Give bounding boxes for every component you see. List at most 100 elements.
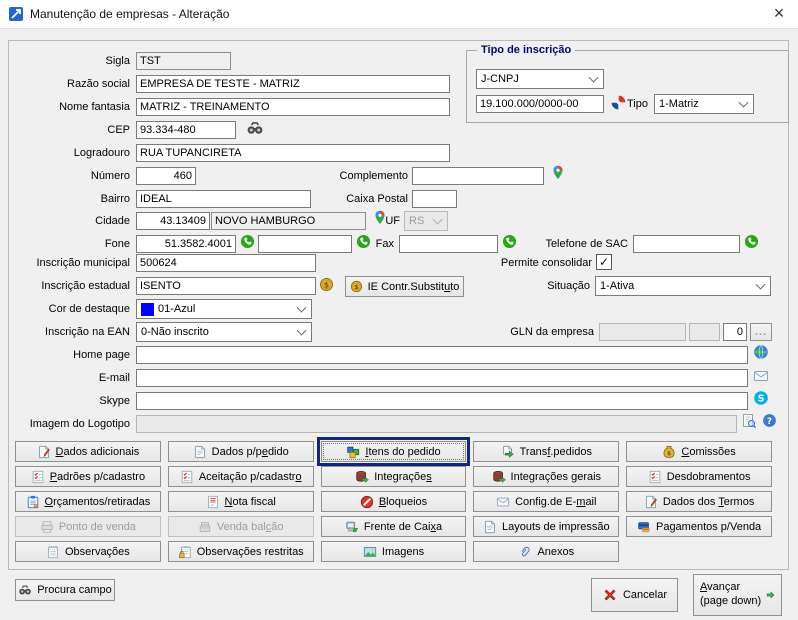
fax-label: Fax — [330, 238, 394, 250]
dados-termos-button[interactable]: Dados dos Termos — [626, 491, 772, 512]
fax-input[interactable] — [399, 235, 498, 253]
inscricao-estadual-input[interactable] — [136, 277, 316, 295]
envelope-icon[interactable] — [753, 368, 769, 384]
padroes-cadastro-button[interactable]: Padrões p/cadastro — [15, 466, 161, 487]
ie-contr-substituto-button[interactable]: IE Contr.Substituto — [345, 276, 464, 297]
observacoes-button[interactable]: Observações — [15, 541, 161, 562]
uf-label: UF — [360, 215, 400, 227]
fone-label: Fone — [0, 238, 130, 250]
avancar-button[interactable]: Avançar (page down) — [693, 574, 782, 616]
nota-fiscal-button[interactable]: Nota fiscal — [168, 491, 314, 512]
sigla-input[interactable] — [136, 52, 231, 70]
skype-input[interactable] — [136, 392, 748, 410]
bloqueios-button[interactable]: Bloqueios — [321, 491, 467, 512]
logradouro-input[interactable] — [136, 144, 450, 162]
tipo-inscricao-title: Tipo de inscrição — [477, 44, 575, 56]
email-input[interactable] — [136, 369, 748, 387]
paperclip-icon — [518, 545, 532, 559]
window-title: Manutenção de empresas - Alteração — [30, 7, 229, 21]
inscricao-ean-select[interactable]: 0-Não inscrito — [136, 322, 312, 342]
permite-consolidar-checkbox[interactable]: ✓ — [596, 254, 612, 270]
integracoes-button[interactable]: Integrações — [321, 466, 467, 487]
cep-input[interactable] — [136, 121, 236, 139]
notepad-icon — [46, 545, 60, 559]
grid-empty-cell — [626, 541, 772, 562]
gln-more-button[interactable]: ... — [750, 323, 772, 341]
page-pencil-icon — [37, 445, 51, 459]
aceitacao-cadastro-button[interactable]: Aceitação p/cadastro — [168, 466, 314, 487]
tipo-label: Tipo — [610, 98, 648, 110]
cubes-icon — [346, 445, 360, 459]
tipo-matriz-select[interactable]: 1-Matriz — [654, 94, 754, 114]
file-search-icon[interactable] — [741, 413, 757, 429]
numero-input[interactable] — [136, 167, 196, 185]
complemento-input[interactable] — [412, 167, 544, 185]
home-page-label: Home page — [0, 349, 130, 361]
skype-icon[interactable] — [753, 390, 769, 406]
situacao-label: Situação — [460, 280, 590, 292]
globe-icon[interactable] — [753, 344, 769, 360]
bairro-input[interactable] — [136, 190, 311, 208]
inscricao-municipal-input[interactable] — [136, 254, 316, 272]
fone-input[interactable] — [136, 235, 236, 253]
nome-fantasia-label: Nome fantasia — [0, 101, 130, 113]
imagens-button[interactable]: Imagens — [321, 541, 467, 562]
integracoes-gerais-button[interactable]: Integrações gerais — [473, 466, 619, 487]
cnpj-input[interactable] — [476, 95, 604, 113]
anexos-button[interactable]: Anexos — [473, 541, 619, 562]
page-arrow-icon — [501, 445, 515, 459]
coin-icon — [350, 280, 363, 293]
app-icon — [8, 6, 24, 22]
cep-search-binoculars-icon[interactable] — [246, 119, 264, 137]
home-page-input[interactable] — [136, 346, 748, 364]
nome-fantasia-input[interactable] — [136, 98, 450, 116]
frente-caixa-button[interactable]: Frente de Caixa — [321, 516, 467, 537]
cash-front-icon — [345, 520, 359, 534]
gln-input-2 — [689, 323, 720, 341]
dados-pedido-button[interactable]: Dados p/pedido — [168, 441, 314, 462]
razao-social-input[interactable] — [136, 75, 450, 93]
close-icon[interactable]: × — [762, 0, 796, 27]
checklist-icon — [648, 470, 662, 484]
layouts-impressao-button[interactable]: Layouts de impressão — [473, 516, 619, 537]
page-icon — [193, 445, 207, 459]
gln-input-3[interactable] — [723, 323, 747, 341]
procura-campo-button[interactable]: Procura campo — [15, 579, 115, 601]
cor-destaque-select[interactable]: 01-Azul — [136, 299, 312, 319]
tipo-documento-select[interactable]: J-CNPJ — [476, 69, 604, 89]
comissoes-button[interactable]: Comissões — [626, 441, 772, 462]
desdobramentos-button[interactable]: Desdobramentos — [626, 466, 772, 487]
checklist-icon — [31, 470, 45, 484]
config-email-button[interactable]: Config.de E-mail — [473, 491, 619, 512]
title-bar: Manutenção de empresas - Alteração × — [0, 0, 798, 29]
pagamentos-venda-button[interactable]: Pagamentos p/Venda — [626, 516, 772, 537]
block-icon — [360, 495, 374, 509]
avancar-sublabel: (page down) — [700, 595, 761, 609]
cidade-codigo-input[interactable] — [136, 212, 210, 230]
map-pin-icon[interactable] — [550, 164, 566, 180]
coin-icon[interactable] — [319, 277, 334, 292]
checklist-icon — [180, 470, 194, 484]
telefone-sac-input[interactable] — [633, 235, 740, 253]
situacao-select[interactable]: 1-Ativa — [595, 276, 771, 296]
color-swatch — [141, 303, 154, 316]
chevron-down-icon — [739, 98, 749, 108]
orcamentos-retiradas-button[interactable]: Orçamentos/retiradas — [15, 491, 161, 512]
cidade-label: Cidade — [0, 215, 130, 227]
uf-select: RS — [404, 211, 448, 231]
cancelar-button[interactable]: Cancelar — [591, 578, 678, 612]
skype-label: Skype — [0, 395, 130, 407]
help-icon[interactable] — [762, 413, 777, 428]
whatsapp-icon[interactable] — [744, 234, 759, 249]
caixa-postal-input[interactable] — [412, 190, 457, 208]
chevron-down-icon — [589, 73, 599, 83]
itens-pedido-button[interactable]: Itens do pedido — [321, 441, 467, 462]
observacoes-restritas-button[interactable]: Observações restritas — [168, 541, 314, 562]
whatsapp-icon[interactable] — [240, 234, 255, 249]
dados-adicionais-button[interactable]: Dados adicionais — [15, 441, 161, 462]
cor-destaque-label: Cor de destaque — [0, 303, 130, 315]
transf-pedidos-button[interactable]: Transf.pedidos — [473, 441, 619, 462]
binoculars-icon — [18, 583, 32, 597]
bairro-label: Bairro — [0, 193, 130, 205]
image-icon — [363, 545, 377, 559]
